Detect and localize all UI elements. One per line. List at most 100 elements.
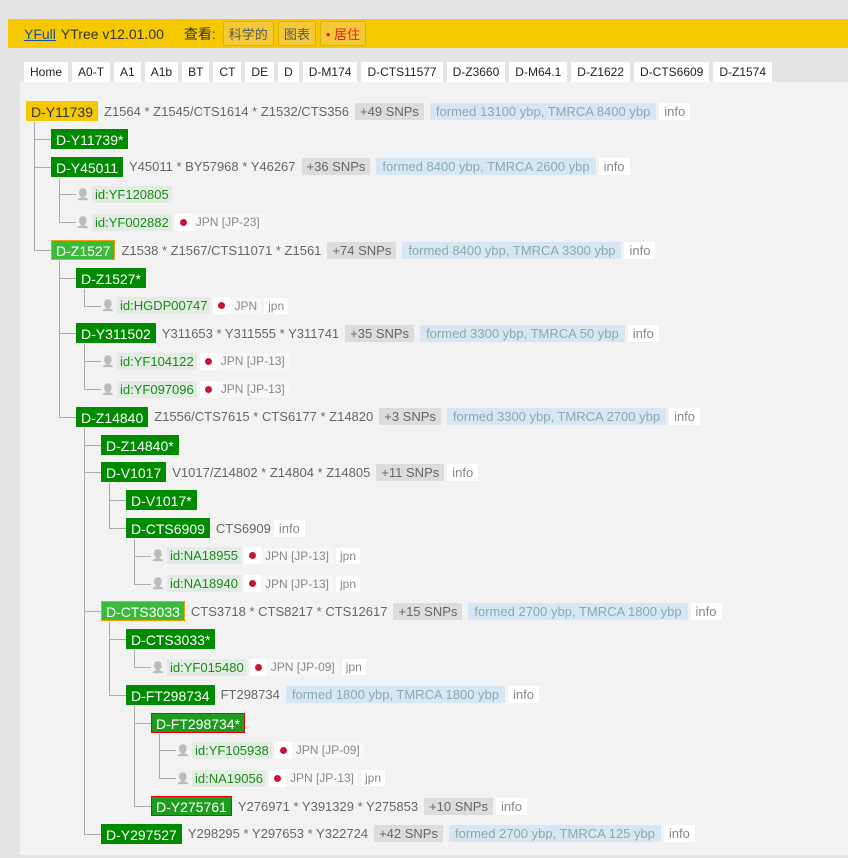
age-estimate: formed 8400 ybp, TMRCA 3300 ybp bbox=[402, 241, 622, 259]
clade-label[interactable]: D-FT298734 bbox=[126, 684, 215, 705]
sample-row: 👤 id:YF097096 JPN [JP-13] bbox=[101, 378, 289, 400]
clade-label[interactable]: D-Z14840 bbox=[76, 406, 149, 427]
clade-label[interactable]: D-Z1527* bbox=[76, 267, 146, 288]
info-link[interactable]: info bbox=[508, 686, 539, 704]
clade-label[interactable]: D-Z14840* bbox=[101, 434, 179, 455]
tree-line bbox=[159, 750, 176, 752]
tree-line bbox=[109, 483, 110, 528]
person-icon: 👤 bbox=[151, 578, 165, 591]
tree-line bbox=[159, 733, 160, 779]
snp-count-badge[interactable]: +3 SNPs bbox=[379, 408, 441, 426]
person-icon: 👤 bbox=[101, 383, 115, 396]
tree-line bbox=[84, 833, 101, 835]
japan-flag-icon bbox=[174, 213, 192, 231]
sample-country: JPN [JP-13] bbox=[260, 575, 333, 592]
tree-line bbox=[134, 667, 151, 668]
age-estimate: formed 13100 ybp, TMRCA 8400 ybp bbox=[429, 102, 657, 120]
info-link[interactable]: info bbox=[447, 463, 479, 481]
sample-country: JPN [JP-13] bbox=[285, 770, 358, 787]
japan-flag-icon bbox=[243, 547, 261, 565]
tree-line bbox=[34, 138, 51, 140]
clade-label[interactable]: D-Y11739 bbox=[26, 101, 99, 121]
clade-label[interactable]: D-CTS3033 bbox=[101, 601, 185, 622]
age-estimate: formed 2700 ybp, TMRCA 1800 ybp bbox=[468, 602, 688, 620]
info-link[interactable]: info bbox=[273, 519, 305, 537]
clade-row: D-Y11739 Z1564 * Z1545/CTS1614 * Z1532/CT… bbox=[26, 100, 691, 122]
sample-country: JPN [JP-09] bbox=[266, 659, 339, 675]
snp-list: Y45011 * BY57968 * Y46267 bbox=[129, 159, 296, 175]
clade-label[interactable]: D-Y297527 bbox=[101, 823, 182, 844]
clade-label[interactable]: D-V1017 bbox=[101, 462, 167, 483]
info-link[interactable]: info bbox=[627, 324, 659, 342]
sample-id-link[interactable]: id:YF104122 bbox=[117, 352, 197, 370]
info-link[interactable]: info bbox=[659, 102, 691, 120]
sample-row: 👤 id:NA18940 JPN [JP-13] jpn bbox=[151, 573, 360, 595]
info-link[interactable]: info bbox=[690, 602, 722, 620]
info-link[interactable]: info bbox=[495, 797, 527, 815]
snp-count-badge[interactable]: +36 SNPs bbox=[301, 158, 371, 176]
info-link[interactable]: info bbox=[598, 158, 630, 176]
sample-id-link[interactable]: id:NA19056 bbox=[192, 769, 266, 787]
snp-list: CTS3718 * CTS8217 * CTS12617 bbox=[190, 603, 388, 619]
sample-id-link[interactable]: id:YF105938 bbox=[192, 741, 272, 759]
snp-count-badge[interactable]: +11 SNPs bbox=[376, 463, 445, 481]
tree-line bbox=[134, 650, 135, 667]
snp-count-badge[interactable]: +15 SNPs bbox=[393, 602, 463, 620]
clade-label[interactable]: D-Y275761 bbox=[151, 796, 232, 816]
sample-id-link[interactable]: id:YF097096 bbox=[117, 380, 197, 398]
sample-row: 👤 id:YF104122 JPN [JP-13] bbox=[101, 350, 289, 372]
sample-row: 👤 id:YF002882 JPN [JP-23] bbox=[76, 211, 264, 233]
sample-id-link[interactable]: id:NA18940 bbox=[167, 575, 241, 593]
sample-id-link[interactable]: id:YF120805 bbox=[92, 185, 172, 203]
tree-line bbox=[59, 177, 60, 223]
age-estimate: formed 8400 ybp, TMRCA 2600 ybp bbox=[376, 158, 596, 176]
japan-flag-icon bbox=[249, 658, 267, 676]
sample-row: 👤 id:NA19056 JPN [JP-13] jpn bbox=[176, 767, 385, 789]
sample-language: jpn bbox=[335, 575, 360, 592]
tree-line bbox=[84, 344, 85, 389]
snp-list: Z1556/CTS7615 * CTS6177 * Z14820 bbox=[154, 409, 374, 425]
sample-language: jpn bbox=[335, 547, 360, 564]
sample-id-link[interactable]: id:HGDP00747 bbox=[117, 297, 211, 315]
clade-row: D-Y297527 Y298295 * Y297653 * Y322724 +42 … bbox=[101, 823, 695, 845]
clade-label[interactable]: D-Y311502 bbox=[76, 323, 156, 344]
age-estimate: formed 1800 ybp, TMRCA 1800 ybp bbox=[285, 686, 506, 704]
tree-line bbox=[84, 305, 101, 307]
sample-row: 👤 id:YF120805 bbox=[76, 183, 172, 205]
info-link[interactable]: info bbox=[663, 825, 695, 843]
person-icon: 👤 bbox=[76, 188, 90, 201]
clade-row: D-Y275761 Y276971 * Y391329 * Y275853 +10 … bbox=[151, 795, 527, 817]
snp-list: Y298295 * Y297653 * Y322724 bbox=[187, 826, 369, 842]
tree-line bbox=[134, 583, 151, 585]
sample-id-link[interactable]: id:YF002882 bbox=[92, 213, 172, 231]
info-link[interactable]: info bbox=[669, 408, 701, 426]
clade-label[interactable]: D-CTS6909 bbox=[126, 518, 210, 538]
tree-line bbox=[34, 122, 35, 250]
snp-count-badge[interactable]: +42 SNPs bbox=[374, 825, 443, 843]
tree-line bbox=[34, 250, 51, 251]
snp-list: Z1538 * Z1567/CTS11071 * Z1561 bbox=[121, 242, 322, 258]
info-link[interactable]: info bbox=[624, 241, 656, 259]
clade-label[interactable]: D-V1017* bbox=[126, 490, 197, 511]
person-icon: 👤 bbox=[176, 772, 190, 785]
clade-label[interactable]: D-FT298734* bbox=[151, 712, 246, 733]
clade-row: D-Y311502 Y311653 * Y311555 * Y311741 +35 … bbox=[76, 322, 659, 344]
clade-label[interactable]: D-CTS3033* bbox=[126, 629, 216, 650]
snp-count-badge[interactable]: +74 SNPs bbox=[327, 241, 397, 259]
tree-line bbox=[109, 500, 126, 502]
tree-line bbox=[109, 528, 126, 529]
snp-count-badge[interactable]: +35 SNPs bbox=[345, 324, 415, 342]
clade-label[interactable]: D-Y45011 bbox=[51, 156, 124, 177]
sample-country: JPN [JP-09] bbox=[291, 742, 364, 759]
tree-line bbox=[109, 622, 110, 695]
snp-count-badge[interactable]: +10 SNPs bbox=[424, 797, 493, 815]
sample-id-link[interactable]: id:NA18955 bbox=[167, 547, 241, 565]
sample-row: 👤 id:HGDP00747 JPN jpn bbox=[101, 295, 289, 317]
snp-count-badge[interactable]: +49 SNPs bbox=[355, 102, 424, 120]
clade-label[interactable]: D-Z1527 bbox=[51, 240, 116, 260]
sample-id-link[interactable]: id:YF015480 bbox=[167, 658, 247, 676]
person-icon: 👤 bbox=[76, 216, 90, 229]
clade-label[interactable]: D-Y11739* bbox=[51, 128, 129, 149]
clade-row: D-Y45011 Y45011 * BY57968 * Y46267 +36 SNP… bbox=[51, 156, 630, 178]
sample-row: 👤 id:YF105938 JPN [JP-09] bbox=[176, 739, 364, 761]
